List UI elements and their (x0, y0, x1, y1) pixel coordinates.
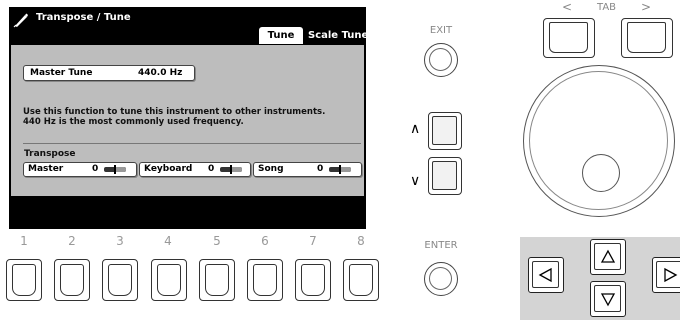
down-arrow-icon (600, 293, 616, 307)
transpose-master-label: Master (28, 164, 64, 174)
tab-left-button[interactable] (543, 18, 595, 58)
master-tune-field[interactable]: Master Tune 440.0 Hz (23, 65, 195, 81)
dpad-down-button[interactable] (590, 281, 626, 317)
lcd-screen: Transpose / Tune Tune Scale Tune Master … (9, 7, 366, 229)
button-number-8: 8 (357, 234, 365, 248)
button-number-6: 6 (261, 234, 269, 248)
down-button[interactable] (428, 157, 462, 195)
title-bar: Transpose / Tune Tune Scale Tune (9, 7, 366, 45)
transpose-keyboard-field[interactable]: Keyboard 0 (139, 162, 251, 177)
dpad-right-button[interactable] (652, 257, 680, 293)
slider-knob (230, 165, 232, 174)
up-button[interactable] (428, 112, 462, 150)
exit-label: EXIT (429, 25, 453, 36)
description-line: 440 Hz is the most commonly used frequen… (23, 117, 244, 127)
dpad-left-button[interactable] (528, 257, 564, 293)
tab-right-symbol: > (641, 0, 652, 14)
tune-panel: Master Tune 440.0 Hz Use this function t… (11, 45, 364, 196)
dpad-up-button[interactable] (590, 239, 626, 275)
description: Use this function to tune this instrumen… (23, 107, 359, 127)
tab-right-button[interactable] (621, 18, 673, 58)
transpose-keyboard-value: 0 (208, 164, 215, 174)
left-arrow-icon (538, 267, 552, 283)
tab-tune[interactable]: Tune (259, 27, 303, 44)
panel-button-6[interactable] (247, 259, 283, 301)
tab-left-symbol: < (562, 0, 573, 14)
up-symbol: ∧ (410, 121, 421, 137)
exit-button[interactable] (424, 43, 458, 77)
panel-button-7[interactable] (295, 259, 331, 301)
button-number-4: 4 (164, 234, 172, 248)
divider (23, 143, 361, 144)
button-number-5: 5 (213, 234, 221, 248)
screen-title: Transpose / Tune (36, 12, 131, 23)
transpose-master-field[interactable]: Master 0 (23, 162, 137, 177)
enter-label: ENTER (424, 240, 458, 251)
data-dial[interactable] (523, 65, 675, 217)
transpose-song-field[interactable]: Song 0 (253, 162, 362, 177)
transpose-master-value: 0 (92, 164, 99, 174)
transpose-keyboard-label: Keyboard (144, 164, 193, 174)
description-line: Use this function to tune this instrumen… (23, 107, 326, 117)
slider-knob (339, 165, 341, 174)
panel-button-5[interactable] (199, 259, 235, 301)
button-number-2: 2 (68, 234, 76, 248)
panel-button-8[interactable] (343, 259, 379, 301)
button-number-7: 7 (309, 234, 317, 248)
slider-knob (114, 165, 116, 174)
button-number-3: 3 (116, 234, 124, 248)
transpose-song-value: 0 (317, 164, 324, 174)
transpose-master-slider[interactable] (104, 165, 126, 174)
master-tune-value: 440.0 Hz (138, 68, 183, 78)
right-arrow-icon (664, 267, 678, 283)
transpose-keyboard-slider[interactable] (220, 165, 242, 174)
up-arrow-icon (600, 249, 616, 263)
transpose-song-label: Song (258, 164, 284, 174)
transpose-heading: Transpose (24, 149, 76, 159)
down-symbol: ∨ (410, 173, 421, 189)
transpose-song-slider[interactable] (329, 165, 351, 174)
panel-button-1[interactable] (6, 259, 42, 301)
panel-button-3[interactable] (102, 259, 138, 301)
panel-button-2[interactable] (54, 259, 90, 301)
button-number-1: 1 (20, 234, 28, 248)
dial-knob[interactable] (582, 154, 620, 192)
master-tune-label: Master Tune (30, 68, 93, 78)
enter-button[interactable] (424, 262, 458, 296)
pen-icon (13, 13, 28, 28)
panel-button-4[interactable] (151, 259, 187, 301)
tab-label: TAB (597, 2, 617, 13)
tab-scale-tune[interactable]: Scale Tune (308, 27, 366, 44)
